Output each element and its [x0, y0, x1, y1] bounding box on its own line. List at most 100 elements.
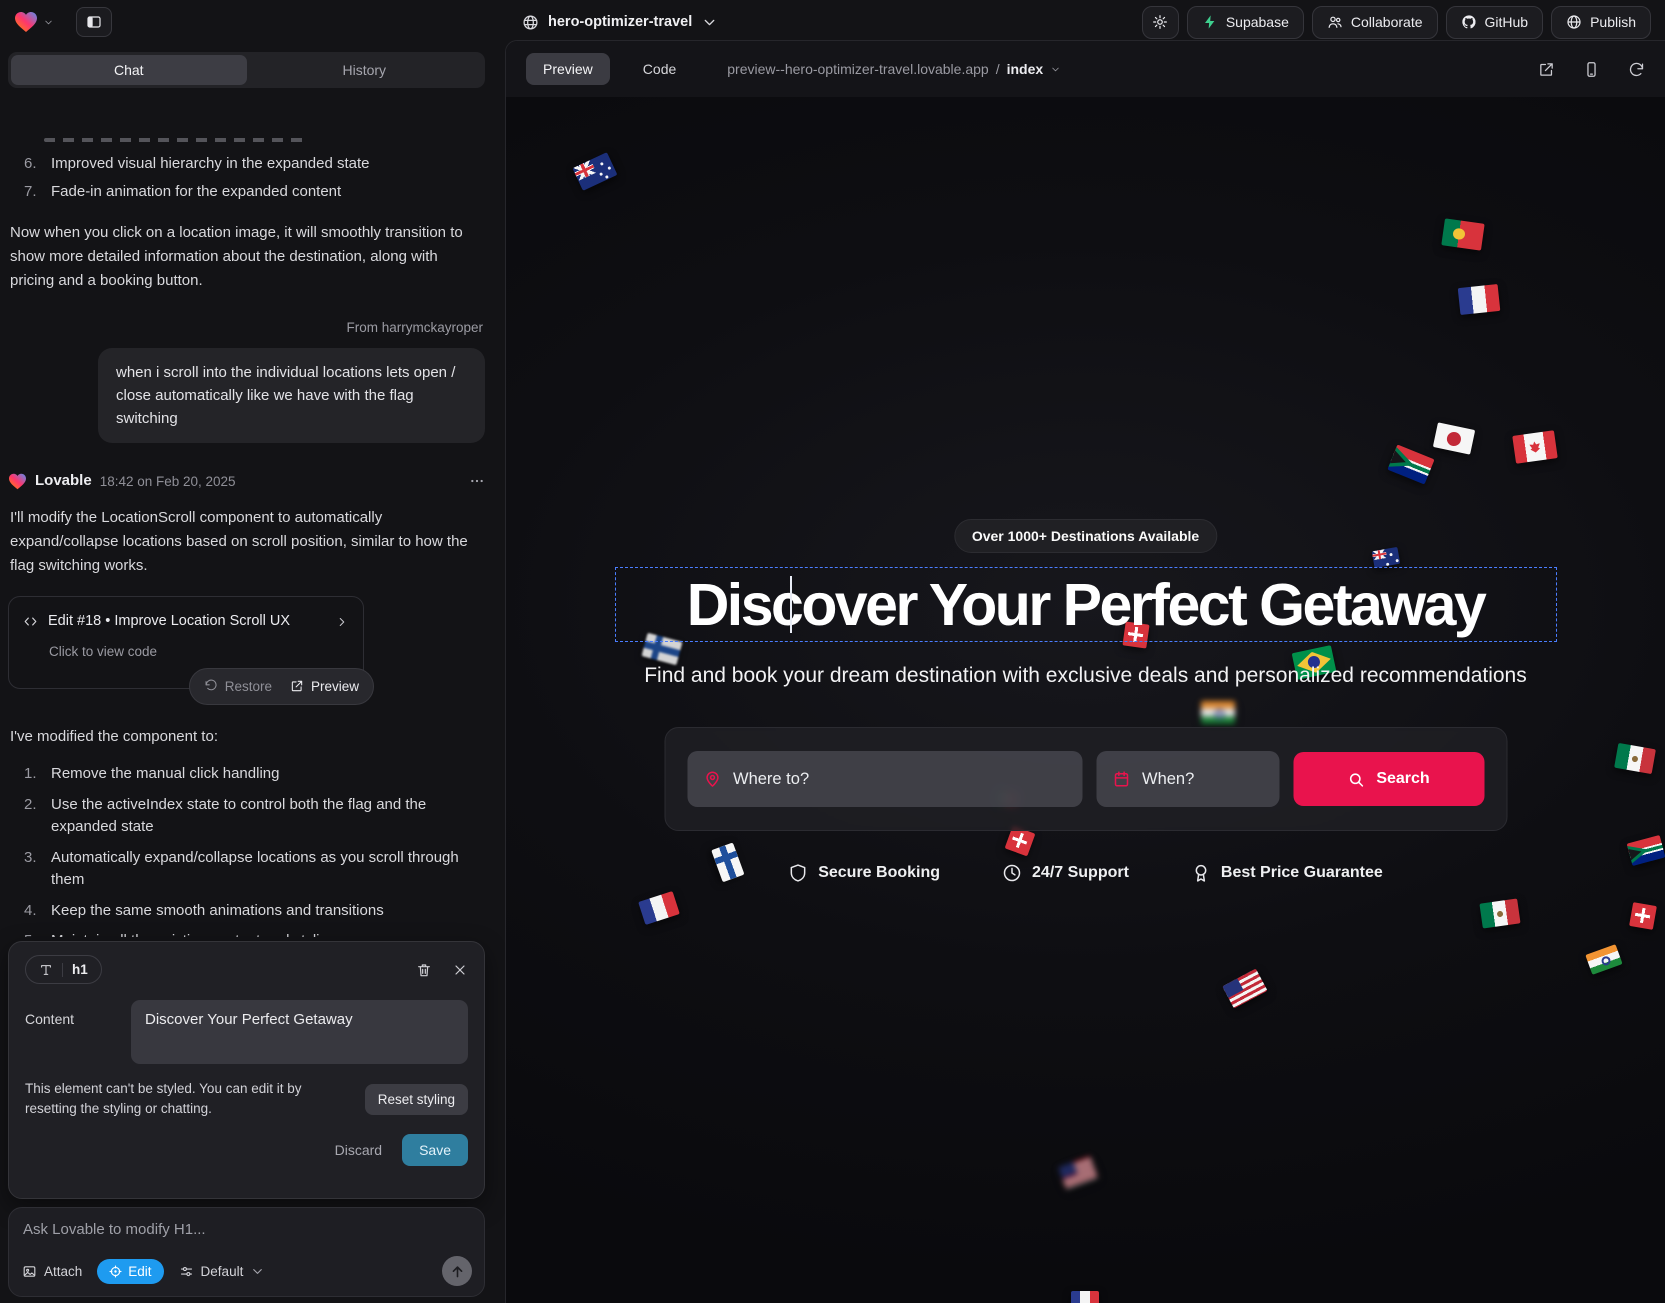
restore-label: Restore: [225, 676, 272, 698]
sidebar-toggle-button[interactable]: [76, 7, 112, 37]
element-style-panel: h1 Content Discover Your Perfect Getaway…: [8, 941, 485, 1199]
edit-version-card[interactable]: Edit #18 • Improve Location Scroll UX Cl…: [8, 596, 364, 689]
trust-label: Best Price Guarantee: [1221, 864, 1383, 882]
default-mode-button[interactable]: Default: [179, 1264, 266, 1279]
list-text: Automatically expand/collapse locations …: [51, 847, 485, 892]
hero-subtitle: Find and book your dream destination wit…: [506, 664, 1665, 688]
edit-card-subtitle: Click to view code: [49, 641, 349, 663]
assistant-message-header: Lovable 18:42 on Feb 20, 2025: [8, 469, 485, 493]
url-path: index: [1007, 61, 1044, 77]
send-button[interactable]: [442, 1256, 472, 1286]
hero-title[interactable]: Discover Your Perfect Getaway: [687, 571, 1485, 639]
github-button[interactable]: GitHub: [1446, 6, 1544, 39]
project-switcher[interactable]: hero-optimizer-travel: [522, 14, 718, 31]
message-menu-icon[interactable]: [469, 473, 485, 489]
list-number: 6.: [24, 152, 42, 176]
target-icon: [109, 1265, 122, 1278]
list-text: Maintain all the existing content and st…: [51, 930, 336, 937]
list-number: 2.: [24, 794, 42, 839]
list-number: 7.: [24, 180, 42, 204]
open-external-icon[interactable]: [1538, 61, 1555, 78]
list-number: 3.: [24, 847, 42, 892]
where-input[interactable]: Where to?: [687, 751, 1082, 807]
mobile-view-icon[interactable]: [1583, 61, 1600, 78]
clipped-list-item: [44, 138, 306, 142]
edit-mode-chip[interactable]: Edit: [97, 1259, 163, 1284]
type-icon: [39, 963, 53, 977]
list-text: Use the activeIndex state to control bot…: [51, 794, 485, 839]
preview-panel: Preview Code preview--hero-optimizer-tra…: [505, 40, 1665, 1303]
from-label: From harrymckayroper: [10, 317, 483, 339]
text-caret: [790, 576, 792, 633]
url-separator: /: [996, 61, 1000, 77]
assistant-paragraph: Now when you click on a location image, …: [8, 221, 485, 293]
close-icon[interactable]: [452, 962, 468, 978]
refresh-icon[interactable]: [1628, 61, 1645, 78]
supabase-bolt-icon: [1202, 14, 1218, 30]
preview-url[interactable]: preview--hero-optimizer-travel.lovable.a…: [727, 61, 1061, 77]
preview-version-button[interactable]: Preview: [290, 676, 359, 698]
code-icon: [23, 614, 38, 629]
attach-button[interactable]: Attach: [22, 1264, 82, 1279]
trust-item-guarantee: Best Price Guarantee: [1191, 863, 1383, 883]
content-textarea[interactable]: Discover Your Perfect Getaway: [131, 1000, 468, 1064]
app-viewport: Over 1000+ Destinations Available Discov…: [506, 97, 1665, 1303]
url-host: preview--hero-optimizer-travel.lovable.a…: [727, 61, 988, 77]
version-actions-pill: Restore Preview: [189, 668, 374, 706]
element-tag-pill[interactable]: h1: [25, 955, 102, 984]
preview-toolbar: Preview Code preview--hero-optimizer-tra…: [506, 41, 1665, 97]
chevron-down-icon: [43, 17, 54, 28]
list-text: Improved visual hierarchy in the expande…: [51, 152, 370, 176]
tab-preview[interactable]: Preview: [526, 53, 610, 85]
when-input[interactable]: When?: [1096, 751, 1279, 807]
restore-button[interactable]: Restore: [204, 676, 272, 698]
reset-styling-button[interactable]: Reset styling: [365, 1084, 468, 1115]
search-button[interactable]: Search: [1293, 752, 1484, 806]
trust-item-secure: Secure Booking: [788, 863, 940, 883]
project-name: hero-optimizer-travel: [548, 14, 692, 30]
trust-label: 24/7 Support: [1032, 864, 1129, 882]
supabase-button[interactable]: Supabase: [1187, 6, 1304, 39]
sliders-icon: [179, 1264, 194, 1279]
steps-list: 1. Remove the manual click handling 2.Use…: [8, 763, 485, 937]
chat-input-field[interactable]: [23, 1221, 470, 1247]
tab-chat[interactable]: Chat: [11, 55, 247, 85]
save-button[interactable]: Save: [402, 1134, 468, 1166]
trust-row: Secure Booking 24/7 Support Best Price G…: [506, 863, 1665, 883]
globe-icon: [522, 14, 539, 31]
external-link-icon: [290, 679, 304, 693]
assistant-paragraph: I'll modify the LocationScroll component…: [8, 506, 485, 578]
when-placeholder: When?: [1142, 770, 1194, 789]
chevron-down-icon: [1050, 64, 1061, 75]
chat-scroll-area[interactable]: 6. Improved visual hierarchy in the expa…: [8, 136, 485, 937]
list-number: 5.: [24, 930, 42, 937]
trust-item-support: 24/7 Support: [1002, 863, 1129, 883]
publish-button[interactable]: Publish: [1551, 6, 1651, 39]
edit-label: Edit: [128, 1264, 151, 1279]
chat-sidebar: Chat History 6. Improved visual hierarch…: [0, 44, 505, 1303]
panel-left-icon: [86, 14, 102, 30]
collaborate-button[interactable]: Collaborate: [1312, 6, 1438, 39]
clock-icon: [1002, 863, 1022, 883]
tab-history[interactable]: History: [247, 55, 483, 85]
settings-button[interactable]: [1142, 6, 1179, 39]
sidebar-tabbar: Chat History: [8, 52, 485, 88]
discard-button[interactable]: Discard: [335, 1142, 382, 1158]
github-label: GitHub: [1485, 14, 1529, 30]
lovable-logo-menu[interactable]: [14, 11, 54, 33]
list-item: 6. Improved visual hierarchy in the expa…: [8, 152, 485, 176]
chevron-right-icon: [335, 615, 349, 629]
chat-input-box: Attach Edit Default: [8, 1207, 485, 1297]
edit-card-title: Edit #18 • Improve Location Scroll UX: [48, 610, 290, 633]
divider: [62, 963, 63, 977]
calendar-icon: [1112, 770, 1130, 788]
hero-section: Over 1000+ Destinations Available Discov…: [506, 97, 1665, 1303]
trash-icon[interactable]: [416, 962, 432, 978]
list-number: 1.: [24, 763, 42, 786]
default-label: Default: [201, 1264, 244, 1279]
tab-code[interactable]: Code: [626, 53, 693, 85]
h1-selection-box[interactable]: Discover Your Perfect Getaway: [615, 567, 1557, 642]
list-text: Keep the same smooth animations and tran…: [51, 900, 384, 923]
search-bar: Where to? When? Search: [664, 727, 1507, 831]
list-text: Remove the manual click handling: [51, 763, 279, 786]
